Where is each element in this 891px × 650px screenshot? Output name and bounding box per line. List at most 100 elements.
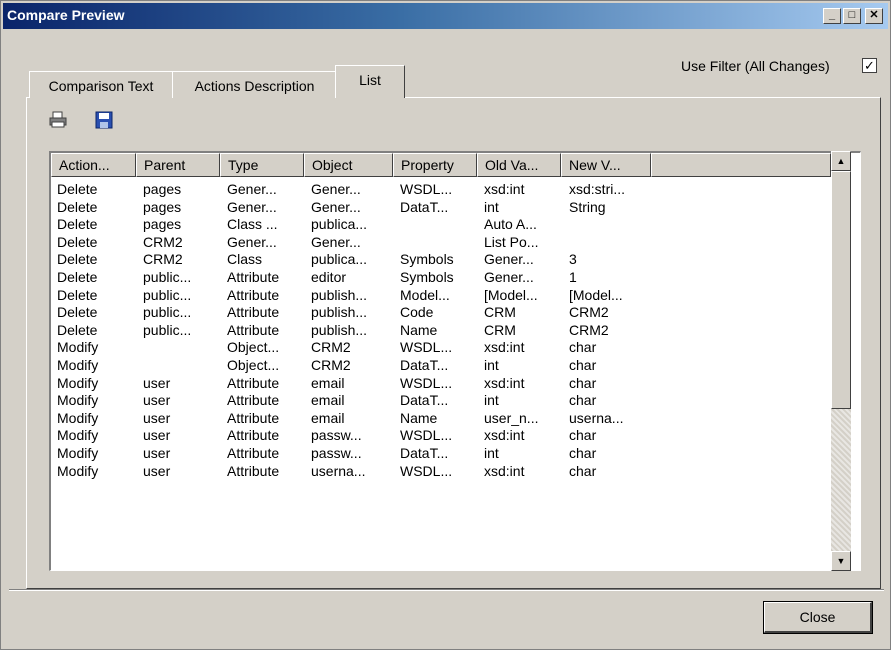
scroll-down-button[interactable]: ▼ xyxy=(831,551,851,571)
cell-object: email xyxy=(311,374,345,391)
column-header-type[interactable]: Type xyxy=(220,153,304,177)
cell-action: Delete xyxy=(57,181,98,197)
cell-action: Modify xyxy=(57,409,99,426)
vertical-scrollbar[interactable]: ▲ ▼ xyxy=(831,151,851,571)
cell-old-value: CRM xyxy=(484,304,516,321)
cell-type: Attribute xyxy=(227,304,280,321)
cell-old-value: xsd:int xyxy=(484,427,525,444)
cell-new-value: String xyxy=(569,198,606,215)
table-row[interactable]: Modify user Attribute userna... WSDL... xsd:i… xyxy=(51,463,831,481)
scroll-up-button[interactable]: ▲ xyxy=(831,151,851,171)
table-row[interactable]: Modify Object... CRM2 WSDL... xsd:int char xyxy=(51,339,831,357)
cell-type: Gener... xyxy=(227,181,277,197)
changes-list[interactable]: Action... Parent Type Object Property Ol… xyxy=(49,151,861,571)
table-row[interactable]: Modify user Attribute email WSDL... xsd:int ch… xyxy=(51,375,831,393)
cell-object: editor xyxy=(311,269,347,285)
cell-parent: user xyxy=(143,462,171,479)
cell-old-value: int xyxy=(484,392,499,409)
cell-parent: CRM2 xyxy=(143,233,183,250)
cell-parent: user xyxy=(143,374,171,391)
cell-property: DataT... xyxy=(400,198,449,215)
cell-object: publica... xyxy=(311,251,368,268)
cell-object: userna... xyxy=(311,462,366,479)
tab-actions-description[interactable]: Actions Description xyxy=(172,71,337,98)
table-row[interactable]: Modify user Attribute passw... DataT... int ch… xyxy=(51,445,831,463)
cell-old-value: int xyxy=(484,357,499,373)
cell-new-value: char xyxy=(569,339,597,356)
table-row[interactable]: Delete CRM2 Gener... Gener... List Po... xyxy=(51,234,831,252)
cell-action: Modify xyxy=(57,392,99,409)
cell-parent: pages xyxy=(143,181,182,197)
window-title: Compare Preview xyxy=(7,7,125,23)
cell-property: Symbols xyxy=(400,251,454,268)
cell-property: WSDL... xyxy=(400,181,453,197)
minimize-button[interactable]: _ xyxy=(823,8,841,24)
cell-type: Attribute xyxy=(227,445,280,461)
cell-type: Class ... xyxy=(227,216,278,233)
cell-object: publish... xyxy=(311,321,368,338)
cell-old-value: int xyxy=(484,445,499,461)
cell-type: Gener... xyxy=(227,198,277,215)
tab-list[interactable]: List xyxy=(335,65,405,98)
cell-object: Gener... xyxy=(311,233,361,250)
table-row[interactable]: Delete public... Attribute publish... Code CR… xyxy=(51,304,831,322)
close-window-button[interactable]: ✕ xyxy=(865,8,883,24)
table-row[interactable]: Delete pages Gener... Gener... DataT... int St… xyxy=(51,199,831,217)
divider xyxy=(9,589,884,591)
column-header-old-value[interactable]: Old Va... xyxy=(477,153,561,177)
cell-parent: public... xyxy=(143,321,192,338)
table-row[interactable]: Delete CRM2 Class publica... Symbols Gener...… xyxy=(51,251,831,269)
table-row[interactable]: Delete pages Class ... publica... Auto A... xyxy=(51,216,831,234)
cell-action: Modify xyxy=(57,462,99,479)
cell-property: WSDL... xyxy=(400,462,453,479)
cell-old-value: Gener... xyxy=(484,269,534,285)
maximize-button[interactable]: □ xyxy=(843,8,861,24)
cell-action: Modify xyxy=(57,427,99,444)
cell-action: Delete xyxy=(57,233,98,250)
cell-parent: user xyxy=(143,409,171,426)
cell-type: Attribute xyxy=(227,427,280,444)
table-row[interactable]: Modify user Attribute email DataT... int char xyxy=(51,392,831,410)
cell-old-value: xsd:int xyxy=(484,181,525,197)
cell-old-value: CRM xyxy=(484,321,516,338)
cell-old-value: user_n... xyxy=(484,409,539,426)
cell-property: DataT... xyxy=(400,357,449,373)
cell-property: Symbols xyxy=(400,269,454,285)
cell-object: passw... xyxy=(311,427,362,444)
cell-action: Delete xyxy=(57,269,98,285)
table-row[interactable]: Modify Object... CRM2 DataT... int char xyxy=(51,357,831,375)
use-filter-checkbox[interactable]: ✓ xyxy=(862,58,877,73)
cell-object: Gener... xyxy=(311,181,361,197)
scroll-thumb[interactable] xyxy=(831,171,851,409)
cell-parent: user xyxy=(143,427,171,444)
tab-comparison-text[interactable]: Comparison Text xyxy=(29,71,173,98)
cell-old-value: Gener... xyxy=(484,251,534,268)
table-row[interactable]: Delete pages Gener... Gener... WSDL... xsd:in… xyxy=(51,181,831,199)
cell-type: Attribute xyxy=(227,374,280,391)
column-header-object[interactable]: Object xyxy=(304,153,393,177)
cell-action: Modify xyxy=(57,357,99,373)
table-row[interactable]: Delete public... Attribute editor Symbols Gen… xyxy=(51,269,831,287)
cell-old-value: int xyxy=(484,198,499,215)
cell-action: Modify xyxy=(57,445,99,461)
cell-action: Delete xyxy=(57,286,98,303)
close-button[interactable]: Close xyxy=(763,601,873,634)
cell-type: Gener... xyxy=(227,233,277,250)
cell-type: Attribute xyxy=(227,321,280,338)
cell-property: DataT... xyxy=(400,445,449,461)
table-row[interactable]: Modify user Attribute email Name user_n... use… xyxy=(51,410,831,428)
table-row[interactable]: Delete public... Attribute publish... Name CR… xyxy=(51,322,831,340)
column-header-empty xyxy=(651,153,831,177)
table-row[interactable]: Modify user Attribute passw... WSDL... xsd:in… xyxy=(51,427,831,445)
title-bar[interactable]: Compare Preview _ □ ✕ xyxy=(3,3,888,29)
column-header-parent[interactable]: Parent xyxy=(136,153,220,177)
cell-property: WSDL... xyxy=(400,374,453,391)
table-row[interactable]: Delete public... Attribute publish... Model.… xyxy=(51,287,831,305)
column-header-action[interactable]: Action... xyxy=(51,153,136,177)
cell-property: Code xyxy=(400,304,434,321)
cell-new-value: char xyxy=(569,392,597,409)
column-header-property[interactable]: Property xyxy=(393,153,477,177)
floppy-save-icon[interactable] xyxy=(95,111,113,129)
printer-icon[interactable] xyxy=(49,111,67,129)
column-header-new-value[interactable]: New V... xyxy=(561,153,651,177)
